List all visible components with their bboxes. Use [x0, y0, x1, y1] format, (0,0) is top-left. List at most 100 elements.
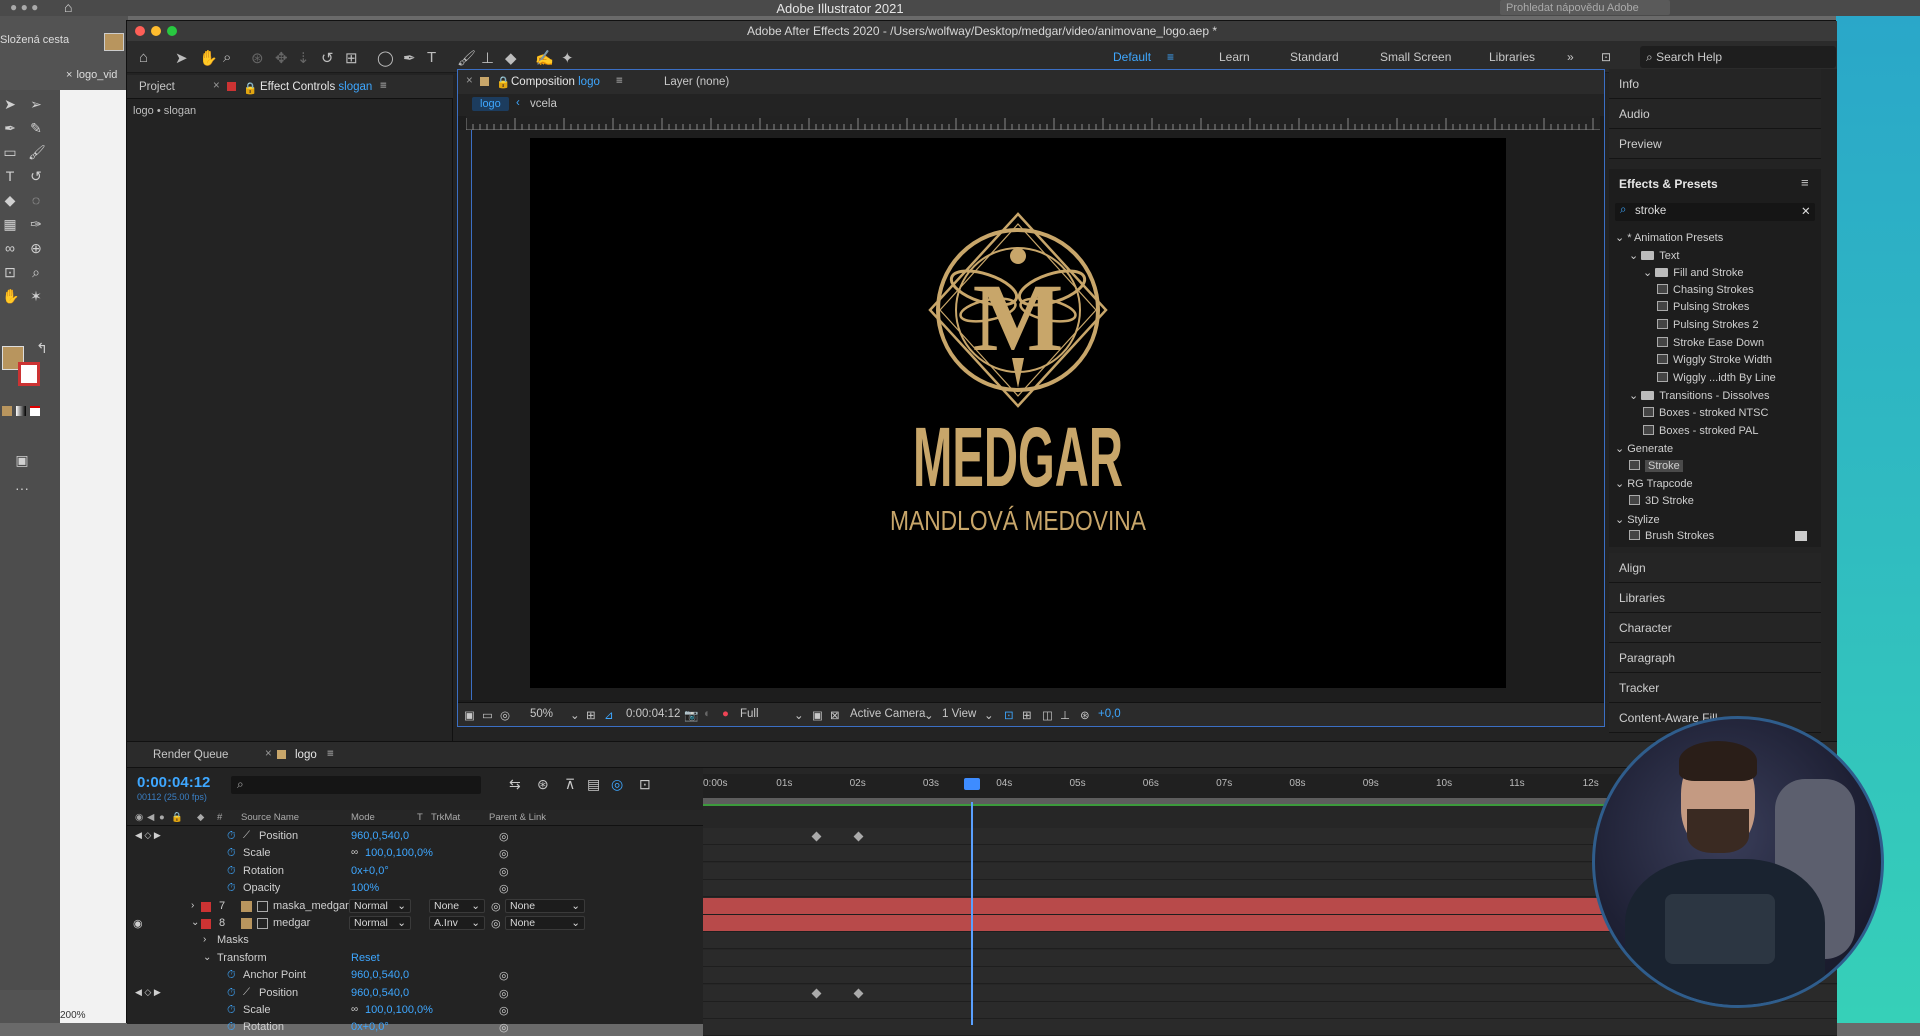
motion-blur-icon[interactable]: ◎ [611, 776, 623, 793]
effects-tree-item[interactable]: 3D Stroke [1629, 495, 1694, 507]
keyframe-nav-icon[interactable]: ◀ ◇ ▶ [135, 830, 161, 841]
property-value[interactable]: 100,0,100,0% [365, 847, 433, 859]
effects-tree-item[interactable]: ⌄ Generate [1615, 442, 1673, 455]
eyedropper-tool-icon[interactable]: ✑ [28, 216, 44, 232]
paintbrush-tool-icon[interactable]: 🖌 [28, 144, 46, 160]
channel-icon[interactable]: ● [722, 708, 729, 720]
pickwhip-icon[interactable]: ◎ [491, 900, 501, 913]
panel-menu-icon[interactable]: ≡ [380, 80, 387, 92]
expand-icon[interactable]: ⌄ [191, 917, 199, 928]
vertical-ruler[interactable] [458, 130, 472, 700]
parent-dropdown[interactable]: None ⌄ [505, 916, 585, 930]
property-row[interactable]: ◀ ◇ ▶ ⏱ ⟋ Position 960,0,540,0 ◎ [127, 828, 703, 845]
stopwatch-icon[interactable]: ⏱ [227, 969, 236, 982]
col-t[interactable]: T [417, 812, 423, 823]
pickwhip-icon[interactable]: ◎ [499, 882, 509, 895]
expand-icon[interactable]: ⌄ [203, 952, 211, 963]
lasso-tool-icon[interactable]: ◌ [28, 192, 44, 208]
pickwhip-icon[interactable]: ◎ [499, 1021, 509, 1034]
stopwatch-icon[interactable]: ⏱ [227, 865, 236, 878]
graph-editor-icon[interactable]: ⊡ [639, 776, 651, 793]
lock-toggle-icon[interactable]: 🔒 [171, 812, 183, 823]
artboard-tool-icon[interactable]: ⊡ [2, 264, 18, 280]
panel-align[interactable]: Align [1609, 553, 1821, 583]
stroke-color-swatch[interactable] [18, 362, 40, 386]
effects-search-input[interactable]: ⌕ stroke ✕ [1615, 203, 1815, 221]
mask-visibility-icon[interactable]: ◎ [500, 708, 510, 722]
selection-tool-icon[interactable]: ➤ [175, 49, 188, 67]
puppet-tool-icon[interactable]: ✦ [561, 49, 574, 67]
timeline-icon[interactable]: ◫ [1042, 708, 1053, 722]
property-row[interactable]: ⏱ Opacity 100% ◎ [127, 880, 703, 897]
zoom-tool-icon[interactable]: ⌕ [223, 49, 231, 66]
transparency-grid-icon[interactable]: ⊠ [830, 708, 840, 722]
curvature-tool-icon[interactable]: ✎ [28, 120, 44, 136]
stopwatch-icon[interactable]: ⏱ [227, 987, 236, 1000]
panel-audio[interactable]: Audio [1609, 99, 1821, 129]
workspace-default[interactable]: Default [1113, 50, 1151, 64]
effects-tree-item[interactable]: ⌄ Fill and Stroke [1643, 266, 1744, 279]
tab-timeline-logo[interactable]: logo [295, 749, 317, 761]
panel-tracker[interactable]: Tracker [1609, 673, 1821, 703]
horizontal-ruler[interactable] [465, 116, 1600, 130]
search-help-input[interactable]: ⌕ Search Help [1640, 46, 1836, 68]
none-mode-icon[interactable] [30, 406, 40, 416]
track-matte-dropdown[interactable]: A.Inv ⌄ [429, 916, 485, 930]
property-value[interactable]: 0x+0,0° [351, 865, 389, 877]
effects-tree-item[interactable]: Boxes - stroked NTSC [1643, 407, 1768, 419]
effects-tree-item[interactable]: Stroke Ease Down [1657, 336, 1764, 349]
view-layout-dropdown[interactable]: 1 View [942, 708, 976, 720]
maximize-window-icon[interactable] [167, 26, 177, 36]
minimize-window-icon[interactable] [151, 26, 161, 36]
new-bin-icon[interactable] [1795, 531, 1807, 541]
zoom-dropdown[interactable]: 50% [530, 708, 553, 720]
property-value[interactable]: 960,0,540,0 [351, 987, 409, 999]
illustrator-search-input[interactable]: Prohledat nápovědu Adobe [1500, 0, 1670, 15]
region-of-interest-icon[interactable]: ▣ [812, 708, 823, 722]
comp-mini-flowchart-icon[interactable]: ⇆ [509, 776, 521, 793]
pen-tool-icon[interactable]: ✒ [2, 120, 18, 136]
effects-tree-item[interactable]: ⌄ * Animation Presets [1615, 231, 1723, 244]
effects-tree-item[interactable]: ⌄ Stylize [1615, 513, 1660, 526]
property-value[interactable]: 100,0,100,0% [365, 1004, 433, 1016]
blend-mode-dropdown[interactable]: Normal ⌄ [349, 898, 411, 913]
camera-dropdown[interactable]: Active Camera [850, 708, 925, 720]
panel-preview[interactable]: Preview [1609, 129, 1821, 159]
tab-effect-controls[interactable]: Effect Controls slogan [260, 81, 372, 93]
effects-tree-item[interactable]: ⌄ Transitions - Dissolves [1629, 389, 1769, 402]
frame-blending-icon[interactable]: ▤ [587, 776, 600, 793]
eraser-tool-icon[interactable]: ◆ [505, 49, 517, 67]
clear-search-icon[interactable]: ✕ [1801, 204, 1811, 218]
constrain-proportions-icon[interactable]: ∞ [351, 847, 358, 858]
property-row[interactable]: ⌄ Transform Reset [127, 950, 703, 967]
comp-nav-logo[interactable]: logo [472, 97, 509, 111]
property-row[interactable]: ⏱ Rotation 0x+0,0° ◎ [127, 1019, 703, 1036]
roto-brush-tool-icon[interactable]: ✍ [535, 49, 554, 67]
shy-layers-icon[interactable]: ⊼ [565, 776, 575, 793]
tab-composition[interactable]: Composition logo [511, 76, 600, 88]
composition-canvas[interactable]: M MEDGAR MANDLOVÁ MEDOVINA [530, 138, 1506, 688]
eraser-tool-icon[interactable]: ◆ [2, 192, 18, 208]
dolly-camera-icon[interactable]: ⇣ [297, 49, 310, 67]
snapshot-icon[interactable]: 📷 [684, 708, 698, 722]
pickwhip-icon[interactable]: ◎ [499, 969, 509, 982]
stopwatch-icon[interactable]: ⏱ [227, 847, 236, 860]
more-workspaces-icon[interactable]: » [1567, 50, 1574, 64]
workspace-standard[interactable]: Standard [1290, 50, 1339, 64]
tab-project[interactable]: Project [139, 81, 175, 93]
current-time-indicator-head[interactable] [964, 778, 980, 790]
col-parent[interactable]: Parent & Link [489, 812, 546, 823]
flowchart-icon[interactable]: ⊥ [1060, 708, 1070, 722]
clone-stamp-tool-icon[interactable]: ⊥ [481, 49, 494, 67]
property-value[interactable]: 960,0,540,0 [351, 830, 409, 842]
workspace-small-screen[interactable]: Small Screen [1380, 50, 1451, 64]
panel-menu-icon[interactable]: ≡ [616, 75, 623, 87]
stopwatch-icon[interactable]: ⏱ [227, 882, 236, 895]
sync-settings-icon[interactable]: ⊡ [1601, 50, 1611, 64]
direct-selection-tool-icon[interactable]: ➢ [28, 96, 44, 112]
pickwhip-icon[interactable]: ◎ [499, 1004, 509, 1017]
workspace-libraries[interactable]: Libraries [1489, 50, 1535, 64]
close-tab-icon[interactable]: × [466, 75, 473, 87]
blend-tool-icon[interactable]: ∞ [2, 240, 18, 256]
expand-icon[interactable]: › [203, 934, 206, 945]
